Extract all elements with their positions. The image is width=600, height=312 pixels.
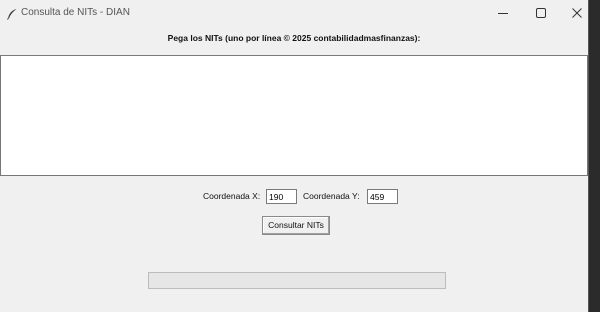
maximize-button[interactable] bbox=[523, 0, 559, 27]
close-button[interactable] bbox=[559, 0, 588, 27]
minimize-icon bbox=[498, 13, 508, 14]
minimize-button[interactable] bbox=[485, 0, 521, 27]
consult-nits-button[interactable]: Consultar NITs bbox=[262, 216, 330, 235]
app-window: Consulta de NITs - DIAN Pega los NITs (u… bbox=[0, 0, 589, 312]
feather-icon bbox=[6, 7, 18, 20]
instruction-label: Pega los NITs (uno por línea © 2025 cont… bbox=[167, 33, 421, 43]
maximize-icon bbox=[536, 8, 546, 18]
coord-y-label: Coordenada Y: bbox=[303, 191, 360, 201]
progress-bar bbox=[148, 272, 446, 289]
coord-x-label: Coordenada X: bbox=[203, 191, 261, 201]
coord-x-input[interactable] bbox=[266, 189, 297, 204]
coord-y-input[interactable] bbox=[367, 189, 398, 204]
window-title: Consulta de NITs - DIAN bbox=[21, 7, 130, 18]
coordinates-row: Coordenada X: Coordenada Y: bbox=[0, 189, 588, 205]
nits-textarea[interactable] bbox=[0, 55, 588, 176]
title-bar[interactable]: Consulta de NITs - DIAN bbox=[0, 0, 588, 27]
close-icon bbox=[572, 8, 582, 18]
